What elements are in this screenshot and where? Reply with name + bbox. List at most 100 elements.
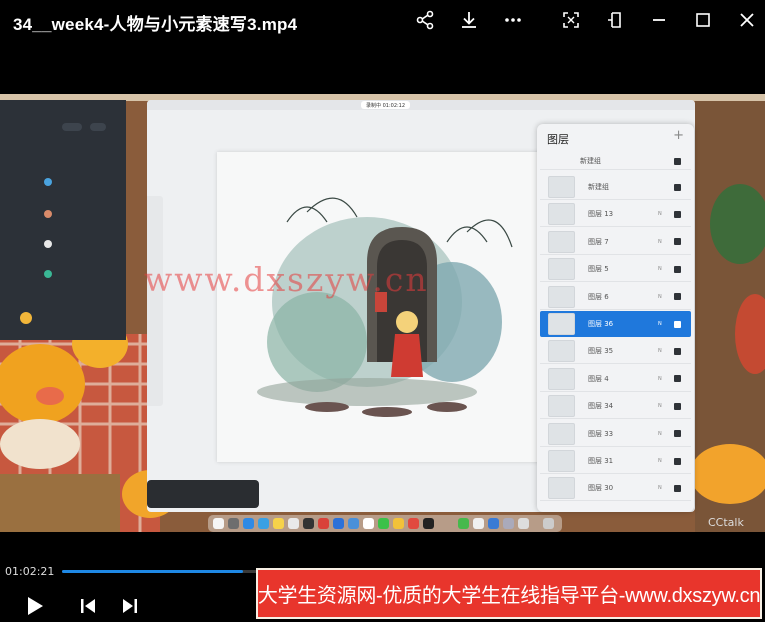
divider	[540, 253, 691, 255]
mac-dock	[208, 515, 562, 532]
close-icon	[740, 13, 754, 27]
layer-row[interactable]: 图层 35 N	[540, 338, 691, 365]
layer-visibility-checkbox[interactable]	[674, 484, 681, 492]
screenshot-button[interactable]	[559, 8, 583, 32]
layer-visibility-checkbox[interactable]	[674, 375, 681, 383]
layer-name: 图层 4	[588, 374, 609, 383]
divider	[540, 281, 691, 283]
layer-thumbnail	[548, 203, 575, 226]
download-button[interactable]	[457, 8, 481, 32]
layer-name: 图层 33	[588, 429, 614, 438]
avatar	[20, 312, 32, 324]
layer-thumbnail	[548, 422, 575, 445]
layer-thumbnail	[548, 477, 575, 500]
layer-visibility-checkbox[interactable]	[674, 430, 681, 438]
layer-row[interactable]: 图层 13 N	[540, 201, 691, 228]
layer-visibility-checkbox[interactable]	[674, 210, 681, 218]
layer-name: 图层 35	[588, 347, 614, 356]
layer-row[interactable]: 图层 36 N	[540, 311, 691, 337]
layer-visibility-checkbox[interactable]	[674, 238, 681, 246]
layer-blend-mode[interactable]: N	[658, 239, 662, 245]
title-bar: 34__week4-人物与小元素速写3.mp4	[0, 0, 765, 40]
layer-blend-mode[interactable]: N	[658, 431, 662, 437]
minimize-icon	[653, 19, 665, 21]
play-button[interactable]	[22, 594, 46, 618]
chat-tab[interactable]	[90, 123, 106, 131]
layer-thumbnail	[548, 230, 575, 253]
layer-row[interactable]: 新建组	[540, 174, 691, 200]
layer-name: 新建组	[580, 157, 601, 165]
divider	[540, 390, 691, 392]
divider	[540, 418, 691, 420]
layer-visibility-checkbox[interactable]	[674, 320, 681, 328]
layer-thumbnail	[548, 395, 575, 418]
layer-row[interactable]: 图层 7 N	[540, 229, 691, 255]
layer-row[interactable]: 图层 5 N	[540, 256, 691, 283]
previous-button[interactable]	[76, 594, 100, 618]
chat-tab[interactable]	[62, 123, 82, 131]
maximize-button[interactable]	[691, 8, 715, 32]
layer-name: 图层 13	[588, 210, 614, 219]
layer-name: 图层 30	[588, 484, 614, 493]
layer-row[interactable]: 图层 6 N	[540, 284, 691, 310]
cctalk-logo: CCtalk	[708, 516, 744, 529]
layer-row[interactable]: 新建组	[540, 152, 691, 170]
layer-visibility-checkbox[interactable]	[674, 265, 681, 273]
layer-name: 图层 6	[588, 292, 609, 301]
avatar	[44, 178, 52, 186]
brush-slider-bar[interactable]	[147, 480, 259, 508]
avatar	[44, 240, 52, 248]
layer-blend-mode[interactable]: N	[658, 485, 662, 491]
divider	[540, 473, 691, 474]
chat-panel	[0, 100, 126, 340]
watermark: www.dxszyw.cn	[144, 260, 429, 299]
more-icon	[505, 18, 521, 22]
minimize-button[interactable]	[647, 8, 671, 32]
layer-visibility-checkbox[interactable]	[674, 183, 681, 191]
layer-row[interactable]: 图层 34 N	[540, 393, 691, 420]
drawing-canvas[interactable]	[217, 152, 547, 462]
current-time: 01:02:21	[5, 565, 55, 578]
layer-blend-mode[interactable]: N	[658, 266, 662, 272]
add-layer-button[interactable]: +	[673, 128, 684, 143]
layer-visibility-checkbox[interactable]	[674, 402, 681, 410]
layer-thumbnail	[548, 367, 575, 390]
layer-blend-mode[interactable]: N	[658, 321, 662, 327]
divider	[540, 169, 691, 170]
recording-tab: 录制中 01:02:12	[361, 101, 411, 109]
layers-panel: 图层 + 新建组 新建组 图层 13 N 图层 7 N 图层 5 N 图层 6 N 图层 36 N 图层…	[537, 124, 694, 512]
close-button[interactable]	[735, 8, 759, 32]
layer-row[interactable]: 图层 4 N	[540, 366, 691, 392]
layer-thumbnail	[548, 176, 575, 198]
layer-visibility-checkbox[interactable]	[674, 347, 681, 355]
layer-visibility-checkbox[interactable]	[674, 457, 681, 465]
skip-next-icon	[123, 599, 137, 613]
layer-visibility-checkbox[interactable]	[674, 293, 681, 301]
avatar	[44, 210, 52, 218]
promo-banner-text: 大学生资源网-优质的大学生在线指导平台-www.dxszyw.cn	[257, 585, 761, 607]
layer-row[interactable]: 图层 30 N	[540, 475, 691, 502]
layers-panel-title: 图层	[547, 133, 569, 146]
pin-button[interactable]	[603, 8, 627, 32]
layer-blend-mode[interactable]: N	[658, 348, 662, 354]
layer-blend-mode[interactable]: N	[658, 211, 662, 217]
layer-blend-mode[interactable]: N	[658, 403, 662, 409]
share-button[interactable]	[413, 8, 437, 32]
layer-row[interactable]: 图层 33 N	[540, 421, 691, 447]
download-icon	[462, 12, 476, 28]
layer-thumbnail	[548, 285, 575, 308]
more-button[interactable]	[501, 8, 525, 32]
layer-blend-mode[interactable]: N	[658, 458, 662, 464]
divider	[540, 445, 691, 447]
layer-visibility-checkbox[interactable]	[674, 157, 681, 165]
layer-blend-mode[interactable]: N	[658, 376, 662, 382]
layer-name: 图层 5	[588, 265, 609, 274]
layer-blend-mode[interactable]: N	[658, 294, 662, 300]
layer-name: 新建组	[588, 183, 609, 191]
divider	[540, 308, 691, 310]
next-button[interactable]	[118, 594, 142, 618]
layer-row[interactable]: 图层 31 N	[540, 448, 691, 474]
layer-name: 图层 7	[588, 237, 609, 246]
promo-banner[interactable]: 大学生资源网-优质的大学生在线指导平台-www.dxszyw.cn	[256, 568, 762, 619]
tool-sidebar[interactable]	[147, 196, 163, 406]
